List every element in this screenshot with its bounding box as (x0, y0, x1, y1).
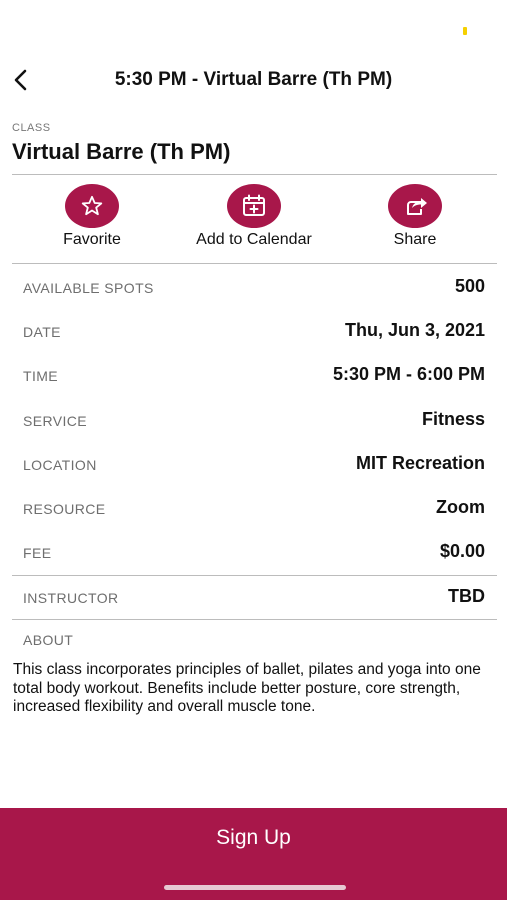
add-to-calendar-label: Add to Calendar (196, 231, 312, 248)
divider (12, 263, 497, 264)
navigation-bar: 5:30 PM - Virtual Barre (Th PM) (0, 60, 507, 102)
home-indicator (164, 885, 346, 890)
chevron-left-icon (14, 69, 27, 91)
detail-label: FEE (23, 545, 52, 561)
page-title: 5:30 PM - Virtual Barre (Th PM) (114, 69, 393, 90)
detail-row-fee: FEE $0.00 (0, 531, 507, 575)
detail-value: $0.00 (439, 541, 485, 561)
share-label: Share (393, 231, 437, 248)
detail-value: TBD (448, 586, 485, 606)
detail-label: DATE (23, 324, 61, 340)
detail-label: SERVICE (23, 413, 88, 429)
share-icon (407, 198, 427, 215)
favorite-button[interactable]: Favorite (17, 184, 167, 249)
share-button[interactable]: Share (340, 184, 490, 249)
detail-value: 5:30 PM - 6:00 PM (332, 364, 485, 384)
add-to-calendar-button[interactable]: Add to Calendar (179, 184, 329, 249)
detail-row-location: LOCATION MIT Recreation (0, 443, 507, 487)
detail-row-resource: RESOURCE Zoom (0, 487, 507, 531)
detail-value: Fitness (421, 409, 485, 429)
detail-label: TIME (23, 368, 59, 384)
detail-label: AVAILABLE SPOTS (23, 280, 154, 296)
detail-value: MIT Recreation (355, 453, 485, 473)
favorite-label: Favorite (63, 231, 121, 248)
detail-label: INSTRUCTOR (23, 590, 119, 606)
status-indicator (463, 27, 467, 35)
sign-up-button[interactable]: Sign Up (0, 808, 507, 900)
detail-value: 500 (454, 276, 485, 296)
detail-value: Thu, Jun 3, 2021 (344, 320, 485, 340)
calendar-add-icon (243, 194, 265, 216)
divider (12, 619, 497, 620)
detail-label: LOCATION (23, 457, 97, 473)
back-button[interactable] (10, 68, 32, 92)
detail-row-service: SERVICE Fitness (0, 399, 507, 443)
detail-row-instructor: INSTRUCTOR TBD (0, 576, 507, 620)
share-icon-circle (388, 184, 442, 228)
sign-up-label: Sign Up (216, 826, 291, 849)
class-label: CLASS (12, 122, 51, 134)
star-icon (81, 195, 103, 216)
favorite-icon-circle (65, 184, 119, 228)
calendar-icon-circle (227, 184, 281, 228)
detail-row-time: TIME 5:30 PM - 6:00 PM (0, 354, 507, 398)
about-description: This class incorporates principles of ba… (13, 661, 481, 715)
detail-label: RESOURCE (23, 501, 106, 517)
detail-row-date: DATE Thu, Jun 3, 2021 (0, 310, 507, 354)
class-name: Virtual Barre (Th PM) (12, 139, 231, 164)
detail-value: Zoom (436, 497, 485, 517)
detail-row-available-spots: AVAILABLE SPOTS 500 (0, 266, 507, 310)
divider (12, 174, 497, 175)
about-label: ABOUT (23, 632, 74, 648)
